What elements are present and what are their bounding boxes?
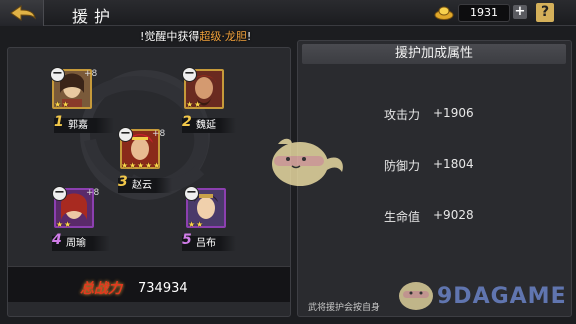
notice-banner: !觉醒中获得超级·龙胆! [140, 28, 251, 44]
remove-hero-4-button[interactable]: − [52, 186, 67, 201]
star-icon: ★ [56, 220, 64, 229]
hero-4-name-tag: 4 周瑜 [52, 232, 110, 251]
stat-hp-label: 生命值 [384, 210, 421, 224]
remove-hero-5-button[interactable]: − [184, 186, 199, 201]
stat-defense-value: +1804 [433, 157, 474, 171]
hero-1-slot: 1 [54, 114, 64, 130]
stat-defense-label: 防御力 [384, 159, 421, 173]
star-icon: ★ [194, 100, 202, 109]
star-icon: ★ [121, 161, 129, 170]
star-icon: ★ [62, 100, 70, 109]
gold-amount: 1931 [458, 4, 510, 22]
hero-3-bonus: +8 [152, 129, 166, 139]
page-title: 援护 [72, 7, 117, 26]
hero-3-slot: 3 [118, 174, 128, 190]
star-icon: ★ [196, 220, 204, 229]
hero-2-name-tag: 2 魏延 [182, 114, 236, 133]
star-icon: ★ [186, 100, 194, 109]
back-arrow-icon [9, 5, 36, 21]
help-button[interactable]: ? [536, 3, 554, 22]
hero-1-name-tag: 1 郭嘉 [54, 114, 114, 133]
hero-4-stars: ★ ★ [56, 221, 72, 230]
hero-2-slot: 2 [182, 114, 192, 130]
remove-hero-2-button[interactable]: − [182, 67, 197, 82]
star-icon: ★ [137, 161, 145, 170]
support-footer-note: 武将援护会按自身 [308, 303, 381, 313]
hero-3-name: 赵云 [132, 180, 152, 191]
hero-4-slot: 4 [52, 232, 62, 248]
add-gold-button[interactable]: + [513, 5, 527, 19]
top-bar: 援护 1931 + ? [0, 0, 576, 26]
hero-1-stars: ★ ★ [54, 101, 70, 110]
watermark-mascot-icon [399, 282, 433, 310]
gold-ingot-icon [434, 6, 454, 20]
hero-1-bonus: +8 [84, 69, 98, 79]
star-icon: ★ [153, 161, 161, 170]
back-button[interactable] [0, 0, 44, 26]
support-bonus-title: 援护加成属性 [302, 44, 566, 64]
hero-1-name: 郭嘉 [68, 120, 88, 131]
hero-2-name: 魏延 [196, 120, 216, 131]
stat-attack-value: +1906 [433, 106, 474, 120]
star-icon: ★ [145, 161, 153, 170]
total-power-label: 总战力 [80, 281, 122, 297]
hero-5-name: 吕布 [196, 238, 216, 249]
stat-attack-label: 攻击力 [384, 108, 421, 122]
star-icon: ★ [64, 220, 72, 229]
star-icon: ★ [54, 100, 62, 109]
site-watermark: 9DAGAME [437, 284, 567, 309]
total-power-value: 734934 [138, 281, 188, 296]
mascot-watermark-icon [272, 138, 343, 186]
stat-hp-value: +9028 [433, 208, 474, 222]
remove-hero-1-button[interactable]: − [50, 67, 65, 82]
hero-5-slot: 5 [182, 232, 192, 248]
notice-highlight: 超级·龙胆 [199, 30, 247, 43]
hero-4-name: 周瑜 [66, 238, 86, 249]
notice-suffix: ! [246, 30, 252, 43]
star-icon: ★ [129, 161, 137, 170]
hero-2-stars: ★ ★ [186, 101, 202, 110]
star-icon: ★ [188, 220, 196, 229]
hero-3-stars: ★ ★ ★ ★ ★ [121, 162, 161, 171]
hero-5-name-tag: 5 吕布 [182, 232, 236, 251]
hero-4-bonus: +8 [86, 188, 100, 198]
hero-5-stars: ★ ★ [188, 221, 204, 230]
hero-3-name-tag: 3 赵云 [118, 174, 172, 193]
remove-hero-3-button[interactable]: − [118, 127, 133, 142]
notice-prefix: !觉醒中获得 [140, 30, 200, 43]
